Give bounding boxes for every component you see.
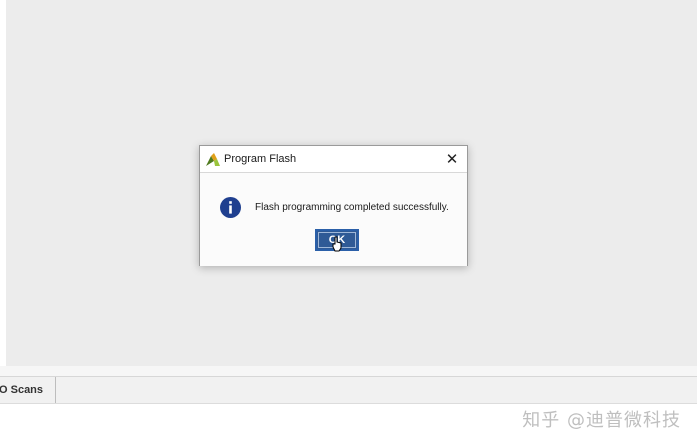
close-button[interactable]: ✕ xyxy=(441,149,463,169)
tab-io-scans[interactable]: O Scans xyxy=(0,377,57,403)
info-icon xyxy=(220,197,241,218)
dialog-title-bar: Program Flash ✕ xyxy=(200,146,467,173)
program-flash-dialog: Program Flash ✕ Flash programming comple… xyxy=(199,145,468,266)
panel-divider xyxy=(0,366,697,376)
dialog-title: Program Flash xyxy=(224,153,297,165)
dialog-body: Flash programming completed successfully… xyxy=(200,173,467,266)
bottom-tab-bar: O Scans xyxy=(0,376,697,404)
watermark-text: 知乎 @迪普微科技 xyxy=(522,410,681,431)
hand-cursor-icon xyxy=(332,236,342,252)
tab-io-scans-label: O Scans xyxy=(0,384,44,396)
dialog-message: Flash programming completed successfully… xyxy=(255,202,449,213)
vivado-logo-icon xyxy=(206,153,220,166)
